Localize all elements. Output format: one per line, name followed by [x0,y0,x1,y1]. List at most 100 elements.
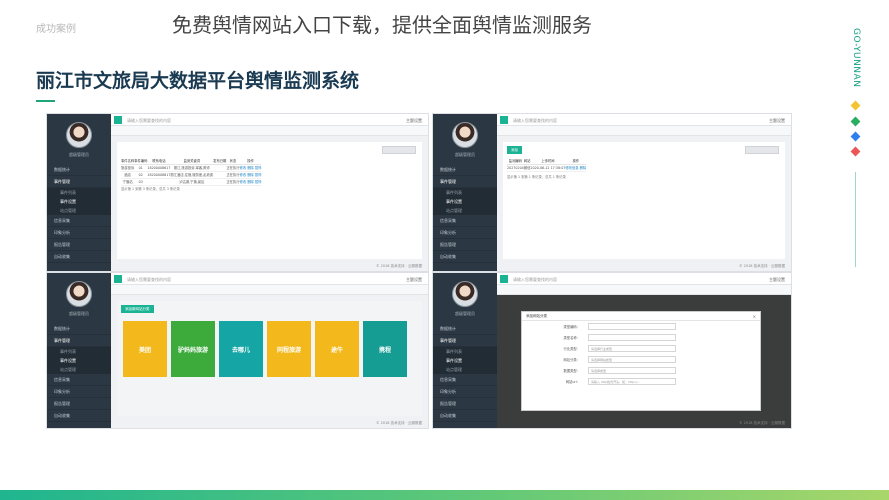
field-input[interactable] [588,334,676,341]
tab[interactable]: 事件管理 [180,135,203,136]
avatar[interactable] [66,281,92,307]
row-actions[interactable]: 修改信息 删除 [565,164,587,172]
sidebar-item[interactable]: 数据统计 [433,164,497,176]
sidebar-item[interactable]: 数据统计 [47,323,111,335]
theme-settings-link[interactable]: 主题设置 [406,277,422,283]
table-cell: 03 [134,178,148,186]
table-toolbar[interactable] [382,146,416,154]
row-actions[interactable]: 修改 删除 暂停 [239,178,262,186]
search-input[interactable]: 请输入您需要查找的内容 [513,118,557,124]
field-input[interactable]: 请选择网站类型 [588,356,676,363]
sidebar-item[interactable]: 事件列表 [47,347,111,356]
row-actions[interactable]: 修改 删除 暂停 [239,171,262,179]
sidebar-item[interactable]: 站点管理 [433,365,497,374]
field-input[interactable]: 请输入 http格式开头，如：http://... [588,378,676,385]
field-input[interactable]: 请选择行业类型 [588,345,676,352]
row-actions[interactable]: 修改 删除 暂停 [239,164,262,172]
sidebar-item[interactable]: 事件设置 [433,356,497,365]
avatar[interactable] [452,122,478,148]
form-row: 类型名称： [522,332,760,343]
add-button[interactable]: 添加 [507,146,522,154]
sidebar-item[interactable]: 印象分析 [47,386,111,398]
sidebar-item[interactable]: 报告管理 [433,239,497,251]
field-input[interactable]: 请选择类型 [588,367,676,374]
sidebar-item[interactable]: 信息采集 [433,374,497,386]
sidebar-item[interactable]: 信息采集 [47,374,111,386]
sidebar-item[interactable]: 信息采集 [433,215,497,227]
tab[interactable]: 首页 [111,294,127,295]
tab[interactable]: 信息预警 [612,135,635,136]
tab[interactable]: 敏感词管理 [154,294,181,295]
screenshot-add-category-modal: 超级管理员 数据统计 事件管理 事件列表 事件设置 站点管理 信息采集 印象分析 报告管理 自动… [432,272,792,429]
bottom-accent-bar [0,490,889,500]
tab[interactable]: 首页 [111,135,127,136]
sidebar-item[interactable]: 自动收集 [433,251,497,263]
sidebar-item[interactable]: 事件设置 [47,356,111,365]
tab[interactable]: 数据源设置 [127,135,154,136]
sidebar-item[interactable]: 事件列表 [433,188,497,197]
sidebar-item[interactable]: 事件列表 [47,188,111,197]
avatar[interactable] [66,122,92,148]
site-tile[interactable]: 同程旅游 [267,321,311,377]
theme-settings-link[interactable]: 主题设置 [769,277,785,283]
keyword-table: 监测编码 网站 上传时间 操作 20270204 微信 2020-06-12 17:38:… [507,157,587,172]
sidebar-item[interactable]: 事件管理 [433,335,497,347]
tab[interactable]: 信息预警 [226,135,249,136]
top-bar: 请输入您需要查找的内容 主题设置 [111,114,428,126]
sidebar-item[interactable]: 事件管理 [47,335,111,347]
sidebar-item[interactable]: 自动收集 [433,410,497,422]
tab[interactable]: 信息预警 [226,294,249,295]
tab[interactable]: 数据源设置 [513,135,540,136]
user-name: 超级管理员 [69,152,89,157]
sidebar-item[interactable]: 事件管理 [47,176,111,188]
site-tile[interactable]: 美团 [123,321,167,377]
tab[interactable]: 网站分类 [203,294,226,295]
tab[interactable]: 敏感词管理 [540,135,567,136]
menu-toggle-icon[interactable] [114,275,122,283]
search-input[interactable]: 请输入您需要查找的内容 [127,277,171,283]
sidebar-item[interactable]: 站点管理 [433,206,497,215]
sidebar-item[interactable]: 报告管理 [433,398,497,410]
sidebar-item[interactable]: 信息采集 [47,215,111,227]
menu-toggle-icon[interactable] [500,116,508,124]
sidebar-item[interactable]: 数据统计 [47,164,111,176]
user-name: 超级管理员 [455,152,475,157]
close-icon[interactable]: × [753,312,756,321]
tab[interactable]: 事件管理 [566,135,589,136]
sidebar-item[interactable]: 印象分析 [433,227,497,239]
sidebar-item[interactable]: 自动收集 [47,251,111,263]
sidebar-item[interactable]: 数据统计 [433,323,497,335]
search-input[interactable]: 请输入您需要查找的内容 [513,277,557,283]
site-tile[interactable]: 携程 [363,321,407,377]
tab[interactable]: 网站分类 [589,135,612,136]
theme-settings-link[interactable]: 主题设置 [406,118,422,124]
sidebar-item[interactable]: 报告管理 [47,398,111,410]
search-input[interactable]: 请输入您需要查找的内容 [127,118,171,124]
sidebar-item[interactable]: 事件管理 [433,176,497,188]
theme-settings-link[interactable]: 主题设置 [769,118,785,124]
sidebar-item[interactable]: 事件设置 [47,197,111,206]
tab[interactable]: 网站分类 [203,135,226,136]
field-input[interactable] [588,323,676,330]
menu-toggle-icon[interactable] [114,116,122,124]
tab[interactable]: 数据源设置 [127,294,154,295]
sidebar-item[interactable]: 事件列表 [433,347,497,356]
sidebar-item[interactable]: 自动收集 [47,410,111,422]
menu-toggle-icon[interactable] [500,275,508,283]
add-site-category-button[interactable]: 添加新网站分类 [121,305,154,313]
avatar[interactable] [452,281,478,307]
sidebar-menu: 数据统计 事件管理 事件列表 事件设置 站点管理 信息采集 印象分析 报告管理 自动收集 [47,164,111,263]
site-tile[interactable]: 驴妈妈旅游 [171,321,215,377]
sidebar-item[interactable]: 报告管理 [47,239,111,251]
sidebar-item[interactable]: 印象分析 [47,227,111,239]
tab[interactable]: 敏感词管理 [154,135,181,136]
sidebar-item[interactable]: 印象分析 [433,386,497,398]
tab[interactable]: 事件管理 [180,294,203,295]
site-tile[interactable]: 去哪儿 [219,321,263,377]
sidebar-item[interactable]: 站点管理 [47,365,111,374]
tab[interactable]: 首页 [497,135,513,136]
site-tile[interactable]: 途牛 [315,321,359,377]
sidebar-item[interactable]: 事件设置 [433,197,497,206]
sidebar-item[interactable]: 站点管理 [47,206,111,215]
table-toolbar[interactable] [745,146,779,154]
